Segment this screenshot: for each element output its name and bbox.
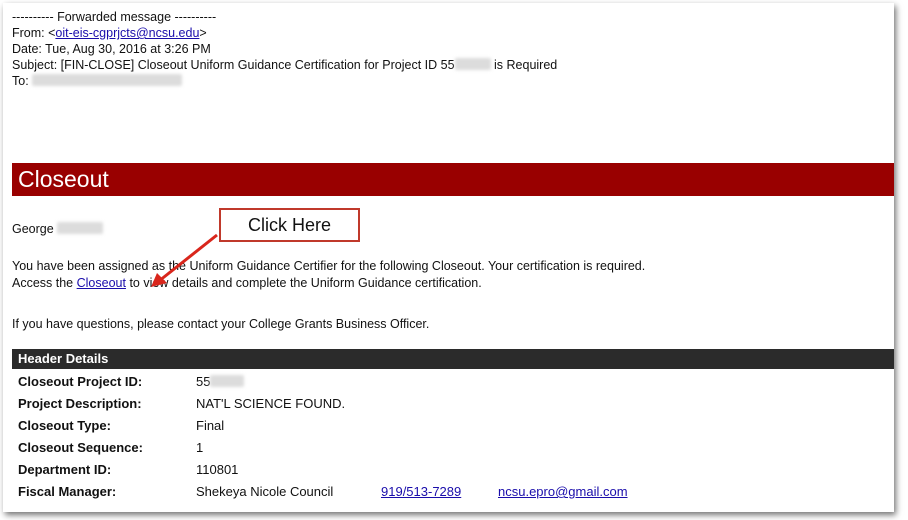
- fiscal-manager-phone-link[interactable]: 919/513-7289: [381, 482, 461, 502]
- detail-value: 1: [196, 440, 204, 455]
- greeting-name: George: [12, 222, 54, 236]
- fiscal-manager-name: Shekeya Nicole Council: [196, 484, 334, 499]
- detail-value: 110801: [196, 462, 239, 477]
- detail-label: Closeout Sequence:: [18, 440, 143, 455]
- message-line-3: If you have questions, please contact yo…: [12, 317, 430, 331]
- detail-label: Fiscal Manager:: [18, 484, 117, 499]
- from-label: From:: [12, 26, 49, 40]
- forwarded-divider: ---------- Forwarded message ----------: [12, 10, 217, 24]
- closeout-link[interactable]: Closeout: [77, 276, 126, 290]
- callout-arrow-icon: [151, 233, 218, 287]
- detail-label: Closeout Project ID:: [18, 374, 143, 389]
- subject-line: Subject: [FIN-CLOSE] Closeout Uniform Gu…: [12, 57, 557, 73]
- redacted-to-address: [32, 74, 183, 86]
- click-here-callout: Click Here: [219, 208, 360, 242]
- date-line: Date: Tue, Aug 30, 2016 at 3:26 PM: [12, 42, 211, 56]
- from-email-link[interactable]: oit-eis-cgprjcts@ncsu.edu: [55, 26, 199, 40]
- subject-suffix: is Required: [490, 58, 558, 72]
- to-label: To:: [12, 74, 33, 88]
- detail-row: Fiscal Manager: Shekeya Nicole Council 9…: [18, 482, 878, 502]
- detail-value: NAT'L SCIENCE FOUND.: [196, 396, 346, 411]
- redacted-project-id: [454, 58, 491, 70]
- subject-prefix: Subject: [FIN-CLOSE] Closeout Uniform Gu…: [12, 58, 455, 72]
- detail-value: 55: [196, 372, 245, 392]
- detail-label: Department ID:: [18, 462, 112, 477]
- redacted-project-id: [210, 375, 245, 387]
- message-line-1: You have been assigned as the Uniform Gu…: [12, 259, 646, 273]
- to-line: To:: [12, 73, 557, 89]
- from-line: From: <oit-eis-cgprjcts@ncsu.edu>: [12, 26, 207, 40]
- greeting: George: [12, 221, 104, 237]
- message-line-2: Access the Closeout to view details and …: [12, 276, 482, 290]
- header-details-bar: Header Details: [12, 349, 894, 369]
- closeout-banner: Closeout: [12, 163, 894, 196]
- detail-value: Final: [196, 418, 225, 433]
- forwarded-header: ---------- Forwarded message ---------- …: [12, 9, 557, 89]
- detail-label: Project Description:: [18, 396, 142, 411]
- email-body: ---------- Forwarded message ---------- …: [3, 3, 894, 512]
- redacted-surname: [57, 222, 104, 234]
- detail-label: Closeout Type:: [18, 418, 111, 433]
- fiscal-manager-email-link[interactable]: ncsu.epro@gmail.com: [498, 482, 628, 502]
